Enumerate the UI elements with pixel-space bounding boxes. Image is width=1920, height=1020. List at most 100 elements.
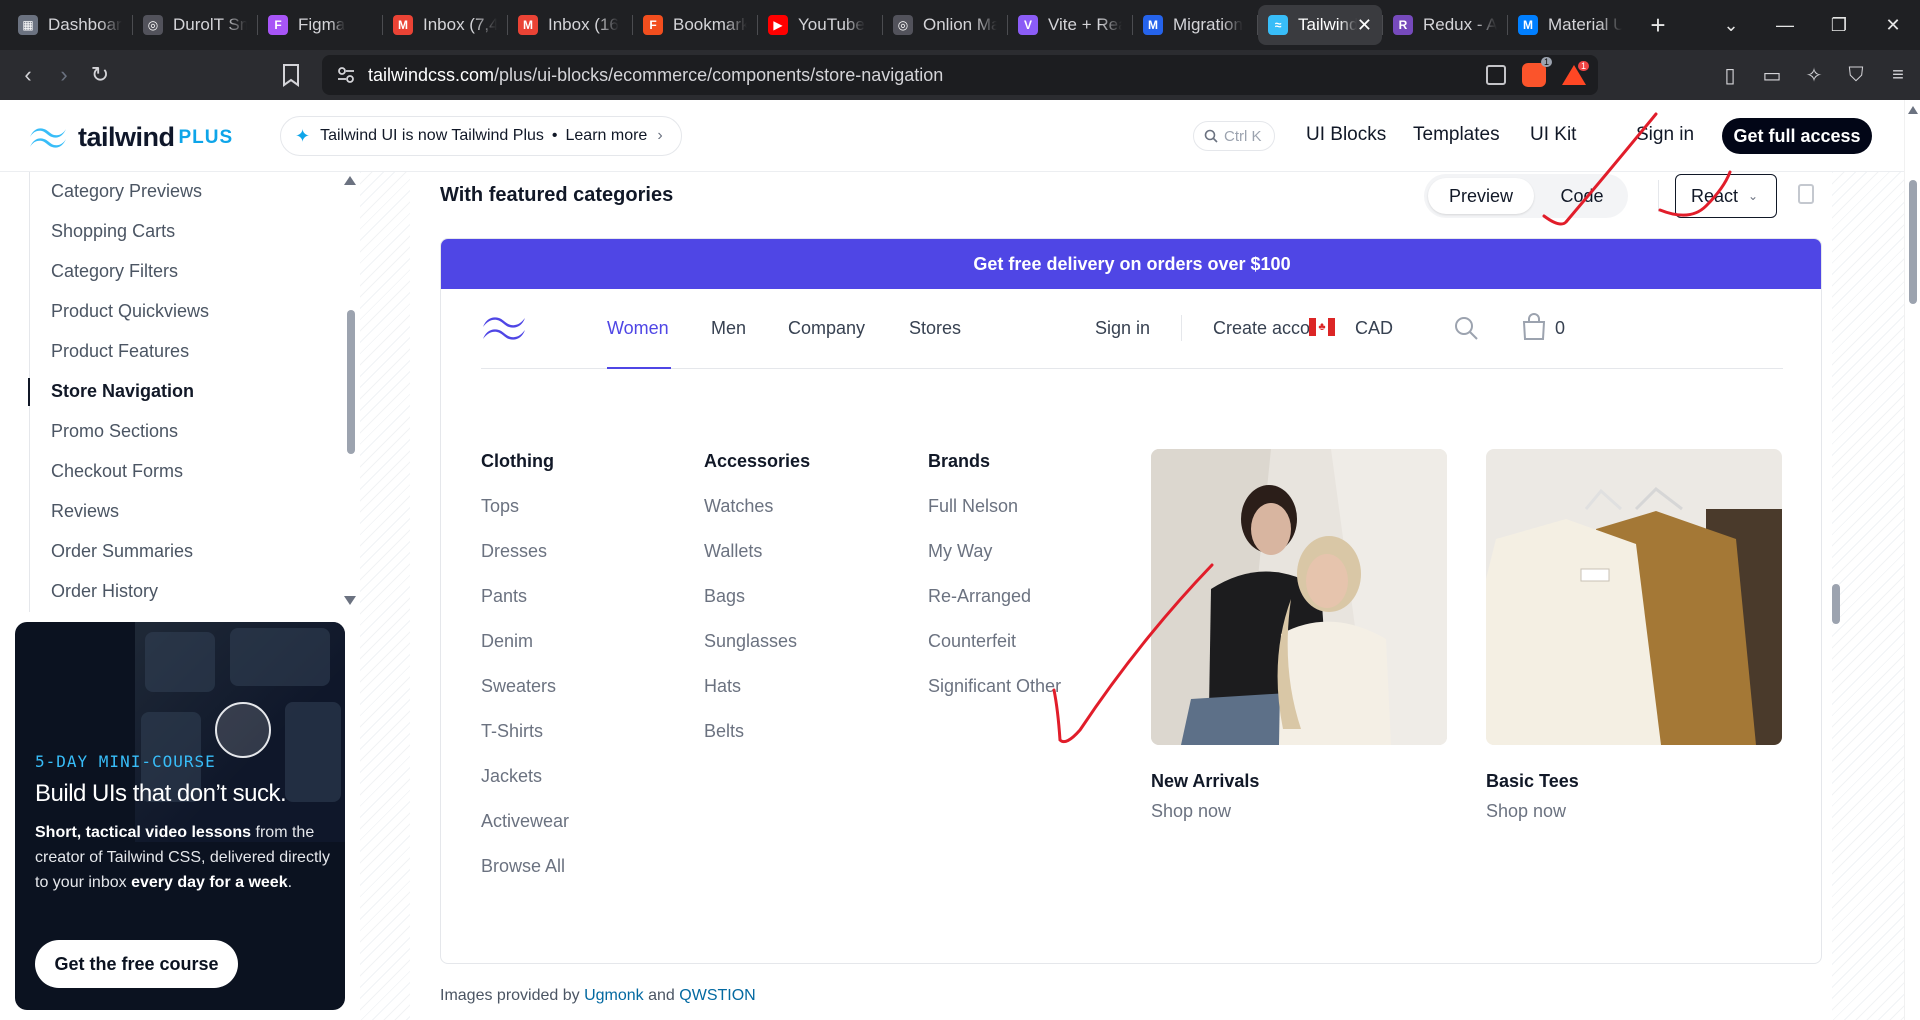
mega-menu-link[interactable]: Counterfeit bbox=[928, 631, 1016, 652]
site-settings-icon[interactable] bbox=[336, 65, 356, 85]
mega-menu-link[interactable]: Jackets bbox=[481, 766, 542, 787]
sidebar-item[interactable]: Category Filters bbox=[51, 261, 178, 282]
sidebar-item[interactable]: Product Quickviews bbox=[51, 301, 209, 322]
mega-menu-link[interactable]: Watches bbox=[704, 496, 773, 517]
featured-name-new-arrivals[interactable]: New Arrivals bbox=[1151, 771, 1259, 792]
browser-tab[interactable]: F Figma bbox=[258, 5, 382, 45]
featured-cta-basic-tees[interactable]: Shop now bbox=[1486, 801, 1566, 822]
browser-tab[interactable]: R Redux - A bbox=[1383, 5, 1507, 45]
browser-tab[interactable]: ▦ Dashboard bbox=[8, 5, 132, 45]
mega-menu-link[interactable]: Wallets bbox=[704, 541, 762, 562]
tab-search-chevron-icon[interactable]: ⌄ bbox=[1704, 15, 1758, 36]
brave-shields-icon[interactable]: 1 bbox=[1522, 57, 1552, 87]
menu-icon[interactable]: ≡ bbox=[1886, 63, 1910, 87]
mega-menu-link[interactable]: Pants bbox=[481, 586, 527, 607]
leo-ai-icon[interactable]: ✧ bbox=[1802, 63, 1826, 87]
tab-code[interactable]: Code bbox=[1540, 178, 1624, 214]
sidebar-item[interactable]: Category Previews bbox=[51, 181, 202, 202]
close-window-icon[interactable]: ✕ bbox=[1866, 15, 1920, 36]
featured-cta-new-arrivals[interactable]: Shop now bbox=[1151, 801, 1231, 822]
store-search-icon[interactable] bbox=[1453, 315, 1479, 341]
reload-icon[interactable]: ↻ bbox=[82, 62, 118, 88]
sidebar-item[interactable]: Checkout Forms bbox=[51, 461, 183, 482]
mega-menu-link[interactable]: Sunglasses bbox=[704, 631, 797, 652]
announcement-link[interactable]: Learn more bbox=[566, 127, 648, 145]
tab-preview[interactable]: Preview bbox=[1428, 178, 1534, 214]
forward-icon[interactable]: › bbox=[46, 62, 82, 88]
mega-menu-link[interactable]: Belts bbox=[704, 721, 744, 742]
brave-rewards-icon[interactable]: 1 bbox=[1562, 61, 1590, 85]
page-scrollbar[interactable] bbox=[1904, 100, 1920, 1020]
sidebar-scrollbar-thumb[interactable] bbox=[347, 310, 355, 454]
browser-tab[interactable]: ◎ DurolT Smart bbox=[133, 5, 257, 45]
browser-tab[interactable]: M Material UI bbox=[1508, 5, 1632, 45]
browser-tab[interactable]: ▶ YouTube bbox=[758, 5, 882, 45]
store-nav-men[interactable]: Men bbox=[711, 318, 746, 339]
store-nav-company[interactable]: Company bbox=[788, 318, 865, 339]
mega-menu-link[interactable]: Significant Other bbox=[928, 676, 1061, 697]
currency-selector[interactable]: CAD bbox=[1355, 318, 1393, 339]
scroll-down-arrow-icon[interactable] bbox=[344, 596, 356, 605]
mega-menu-link[interactable]: T-Shirts bbox=[481, 721, 543, 742]
store-nav-stores[interactable]: Stores bbox=[909, 318, 961, 339]
browser-tab[interactable]: V Vite + React bbox=[1008, 5, 1132, 45]
mega-menu-link[interactable]: Browse All bbox=[481, 856, 565, 877]
sidebar-item[interactable]: Order History bbox=[51, 581, 158, 602]
sidebar-item[interactable]: Store Navigation bbox=[51, 381, 194, 402]
store-nav-women[interactable]: Women bbox=[607, 318, 669, 339]
store-logo-icon[interactable] bbox=[481, 313, 527, 343]
sign-in-link[interactable]: Sign in bbox=[1636, 124, 1694, 146]
browser-tab[interactable]: F Bookmarks bbox=[633, 5, 757, 45]
mega-menu-link[interactable]: Denim bbox=[481, 631, 533, 652]
page-scrollbar-thumb[interactable] bbox=[1909, 180, 1917, 304]
ugmonk-link[interactable]: Ugmonk bbox=[584, 987, 644, 1004]
nav-templates[interactable]: Templates bbox=[1413, 124, 1500, 146]
sidebar-item[interactable]: Product Features bbox=[51, 341, 189, 362]
minimize-icon[interactable]: — bbox=[1758, 15, 1812, 36]
page-scroll-up-icon[interactable] bbox=[1908, 106, 1918, 114]
browser-tab[interactable]: M Inbox (16 bbox=[508, 5, 632, 45]
get-full-access-button[interactable]: Get full access bbox=[1722, 118, 1872, 154]
mega-menu-link[interactable]: Full Nelson bbox=[928, 496, 1018, 517]
mega-menu-link[interactable]: Re-Arranged bbox=[928, 586, 1031, 607]
browser-tab[interactable]: M Migration bbox=[1133, 5, 1257, 45]
mega-menu-link[interactable]: My Way bbox=[928, 541, 992, 562]
nav-ui-blocks[interactable]: UI Blocks bbox=[1306, 124, 1386, 146]
nav-ui-kit[interactable]: UI Kit bbox=[1530, 124, 1576, 146]
mega-menu-link[interactable]: Hats bbox=[704, 676, 741, 697]
browser-tab[interactable]: ◎ Onlion Market bbox=[883, 5, 1007, 45]
address-bar[interactable]: tailwindcss.com/plus/ui-blocks/ecommerce… bbox=[322, 55, 1598, 95]
announcement-pill[interactable]: ✦ Tailwind UI is now Tailwind Plus • Lea… bbox=[280, 116, 682, 156]
tailwind-logo[interactable]: tailwind PLUS bbox=[28, 122, 233, 153]
mega-menu-link[interactable]: Activewear bbox=[481, 811, 569, 832]
search-button[interactable]: Ctrl K bbox=[1193, 121, 1275, 151]
back-icon[interactable]: ‹ bbox=[10, 62, 46, 88]
new-tab-button[interactable]: + bbox=[1644, 10, 1672, 41]
sidebar-item[interactable]: Reviews bbox=[51, 501, 119, 522]
mega-menu-link[interactable]: Tops bbox=[481, 496, 519, 517]
sidebar-item[interactable]: Shopping Carts bbox=[51, 221, 175, 242]
preview-scrollbar-thumb[interactable] bbox=[1832, 584, 1840, 624]
mega-menu-link[interactable]: Bags bbox=[704, 586, 745, 607]
scroll-up-arrow-icon[interactable] bbox=[344, 176, 356, 185]
share-icon[interactable] bbox=[1486, 65, 1506, 85]
browser-tab[interactable]: ≈ Tailwind ✕ bbox=[1258, 5, 1382, 45]
close-tab-icon[interactable]: ✕ bbox=[1357, 15, 1372, 36]
restore-icon[interactable]: ❐ bbox=[1812, 15, 1866, 36]
vpn-icon[interactable]: ⛉ bbox=[1844, 63, 1868, 87]
basic-tees-image[interactable] bbox=[1486, 449, 1782, 745]
mega-menu-link[interactable]: Dresses bbox=[481, 541, 547, 562]
mega-menu-link[interactable]: Sweaters bbox=[481, 676, 556, 697]
copy-clipboard-icon[interactable] bbox=[1798, 184, 1814, 204]
wallet-icon[interactable]: ▭ bbox=[1760, 63, 1784, 87]
browser-tab[interactable]: M Inbox (7,4 bbox=[383, 5, 507, 45]
sidebar-item[interactable]: Promo Sections bbox=[51, 421, 178, 442]
new-arrivals-image[interactable] bbox=[1151, 449, 1447, 745]
sidebar-toggle-icon[interactable]: ▯ bbox=[1718, 63, 1742, 87]
canada-flag-icon[interactable]: ♣ bbox=[1309, 318, 1335, 336]
qwstion-link[interactable]: QWSTION bbox=[679, 987, 755, 1004]
framework-select[interactable]: React ⌄ bbox=[1675, 174, 1777, 218]
sidebar-item[interactable]: Order Summaries bbox=[51, 541, 193, 562]
store-sign-in-link[interactable]: Sign in bbox=[1095, 318, 1150, 339]
bookmark-icon[interactable] bbox=[282, 63, 300, 87]
